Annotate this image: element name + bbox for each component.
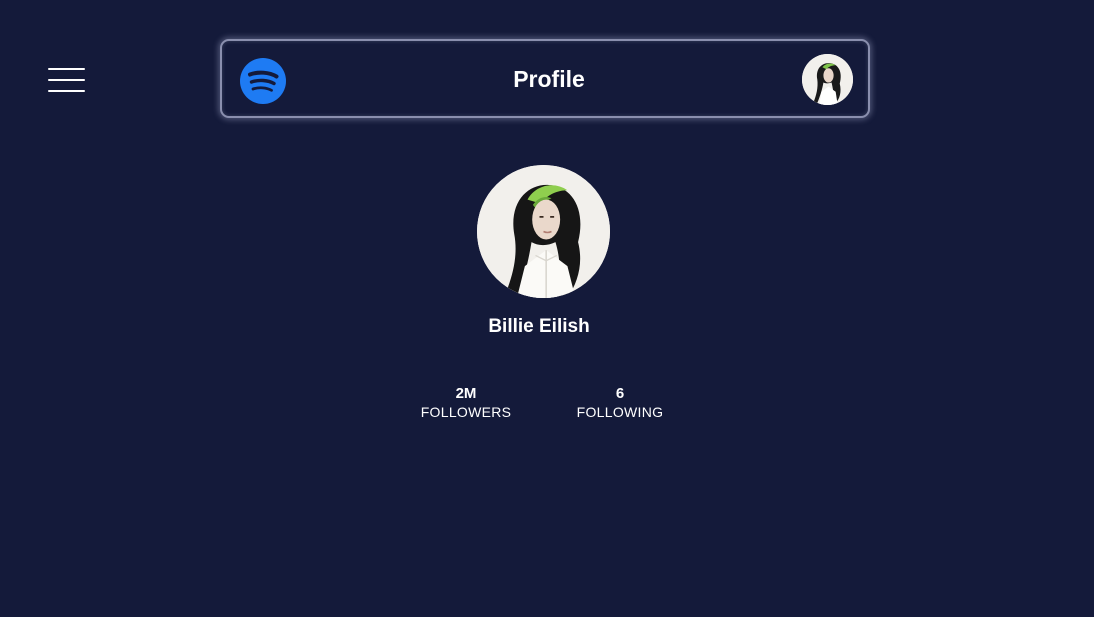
menu-bar — [48, 90, 85, 92]
following-count: 6 — [615, 385, 625, 402]
avatar-portrait — [477, 165, 610, 298]
following-label: FOLLOWING — [576, 404, 664, 420]
avatar-portrait — [802, 54, 853, 105]
hamburger-menu-icon[interactable] — [48, 67, 85, 93]
followers-stat[interactable]: 2M FOLLOWERS — [405, 385, 527, 421]
menu-bar — [48, 79, 85, 81]
user-avatar[interactable] — [802, 54, 853, 105]
profile-name: Billie Eilish — [488, 316, 590, 337]
following-stat[interactable]: 6 FOLLOWING — [560, 385, 680, 421]
profile-avatar — [477, 165, 610, 298]
page-title: Profile — [513, 66, 585, 92]
followers-label: FOLLOWERS — [420, 404, 512, 420]
profile-screen: Profile Billie Eilish 2M FOLLOWERS 6 FOL… — [0, 0, 1094, 617]
menu-bar — [48, 68, 85, 70]
top-header: Profile — [220, 39, 870, 118]
followers-count: 2M — [455, 385, 477, 402]
